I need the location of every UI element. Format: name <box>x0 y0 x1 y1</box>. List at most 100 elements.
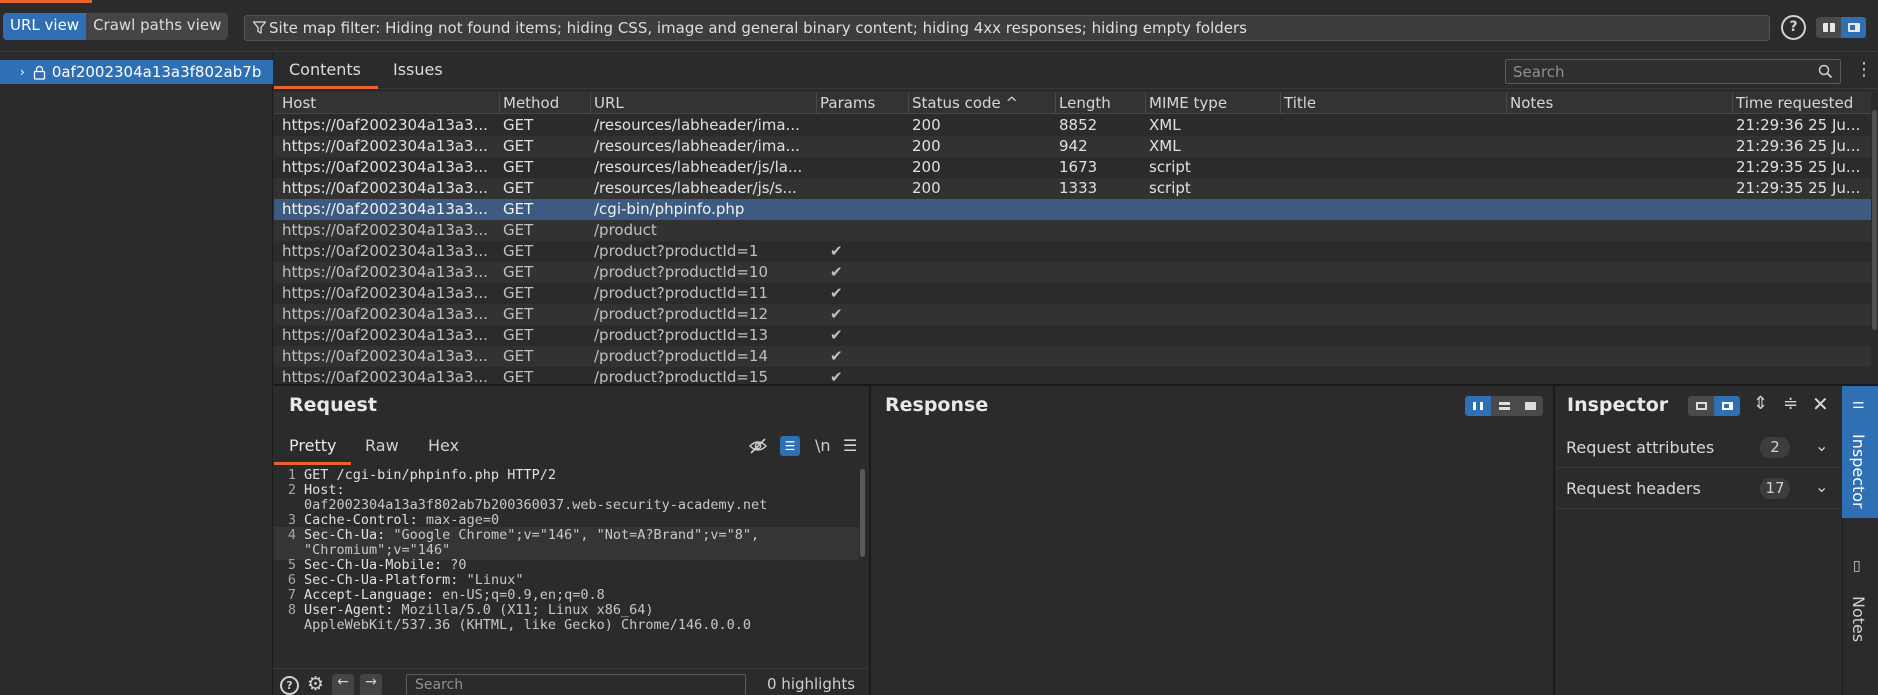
cell-length: 1673 <box>1059 158 1098 176</box>
column-header-url[interactable]: URL <box>594 94 624 112</box>
sidebar-tab-notes[interactable]: ▯ Notes <box>1842 552 1878 652</box>
wrap-lines-icon: ☰ <box>784 439 796 453</box>
contents-search-input[interactable]: Search <box>1505 59 1841 84</box>
tab-issues[interactable]: Issues <box>393 60 443 79</box>
cell-mime-type: script <box>1149 179 1191 197</box>
column-header-status-code[interactable]: Status code ^ <box>912 94 1018 112</box>
settings-gear-icon[interactable]: ⚙ <box>307 673 324 695</box>
line-number: 1 <box>287 467 296 483</box>
close-icon[interactable]: ✕ <box>1812 392 1829 416</box>
cell-url: /resources/labheader/ima... <box>594 116 800 134</box>
columns-icon <box>1473 402 1483 410</box>
header-value: AppleWebKit/537.36 (KHTML, like Gecko) C… <box>304 617 752 633</box>
cell-host: https://0af2002304a13a3... <box>282 116 488 134</box>
split-vertical-icon <box>1847 23 1860 32</box>
inspector-layout-b-button[interactable] <box>1714 396 1740 416</box>
cell-length: 1333 <box>1059 179 1098 197</box>
chevron-right-icon[interactable]: › <box>20 65 25 79</box>
filter-text: Site map filter: Hiding not found items;… <box>269 19 1247 37</box>
layout-vertical-button[interactable] <box>1841 17 1866 38</box>
inspector-title: Inspector <box>1567 394 1669 416</box>
panel-right-icon <box>1721 402 1733 410</box>
code-text: 0af2002304a13a3f802ab7b200360037.web-sec… <box>304 497 767 513</box>
inspector-row-request-headers[interactable]: Request headers 17 ⌄ <box>1555 469 1842 509</box>
url-view-button[interactable]: URL view <box>3 13 87 40</box>
column-header-host[interactable]: Host <box>282 94 316 112</box>
help-icon[interactable]: ? <box>280 676 299 695</box>
header-value: Mozilla/5.0 (X11; Linux x86_64) <box>393 602 654 618</box>
request-bottom-toolbar: ? ⚙ ← → Search 0 highlights <box>274 668 869 695</box>
header-name: Host: <box>304 482 345 498</box>
cell-host: https://0af2002304a13a3... <box>282 221 488 239</box>
header-name: Accept-Language: <box>304 587 435 603</box>
request-search-input[interactable]: Search <box>406 674 746 695</box>
search-icon <box>1818 64 1833 79</box>
more-options-icon[interactable]: ⋮ <box>1855 59 1873 83</box>
table-row[interactable]: https://0af2002304a13a3... GET/product?pr… <box>274 304 1871 325</box>
sidebar-tab-inspector[interactable]: ⚌ Inspector <box>1842 386 1878 518</box>
layout-side-by-side-button[interactable] <box>1465 396 1491 416</box>
table-row[interactable]: https://0af2002304a13a3... GET/product?pr… <box>274 241 1871 262</box>
column-header-method[interactable]: Method <box>503 94 559 112</box>
panel-icon <box>1695 402 1707 410</box>
table-row[interactable]: https://0af2002304a13a3... GET/cgi-bin/ph… <box>274 199 1871 220</box>
layout-toggle <box>1816 17 1866 38</box>
header-name: Sec-Ch-Ua: <box>304 527 386 543</box>
table-row[interactable]: https://0af2002304a13a3... GET/resources/… <box>274 157 1871 178</box>
inspector-layout-a-button[interactable] <box>1688 396 1714 416</box>
chevron-down-icon[interactable]: ⌄ <box>1815 436 1828 455</box>
tab-contents[interactable]: Contents <box>289 60 361 79</box>
table-row[interactable]: https://0af2002304a13a3... GET/resources/… <box>274 115 1871 136</box>
menu-icon[interactable]: ☰ <box>843 436 857 455</box>
table-row[interactable]: https://0af2002304a13a3... GET/product?pr… <box>274 325 1871 346</box>
cell-method: GET <box>503 242 534 260</box>
column-header-title[interactable]: Title <box>1284 94 1316 112</box>
table-row[interactable]: https://0af2002304a13a3... GET/product?pr… <box>274 262 1871 283</box>
sidebar-inspector-label: Inspector <box>1849 434 1868 509</box>
header-value: 0af2002304a13a3f802ab7b200360037.web-sec… <box>304 497 768 513</box>
column-header-params[interactable]: Params <box>820 94 875 112</box>
hide-non-printable-icon[interactable] <box>749 437 767 455</box>
count-badge: 2 <box>1760 437 1790 458</box>
line-number: 8 <box>287 602 296 618</box>
word-wrap-button[interactable]: ☰ <box>780 436 800 456</box>
table-scrollbar[interactable] <box>1871 92 1878 385</box>
column-header-time-requested[interactable]: Time requested <box>1736 94 1853 112</box>
tree-item-root[interactable]: › 0af2002304a13a3f802ab7b <box>0 60 273 84</box>
cell-host: https://0af2002304a13a3... <box>282 158 488 176</box>
table-row[interactable]: https://0af2002304a13a3... GET/product?pr… <box>274 346 1871 367</box>
tab-hex[interactable]: Hex <box>428 436 459 455</box>
search-placeholder: Search <box>1513 63 1565 81</box>
newline-toggle-icon[interactable]: \n <box>815 436 831 455</box>
layout-single-button[interactable] <box>1517 396 1543 416</box>
expand-all-icon[interactable]: ⇕ <box>1753 393 1768 414</box>
table-row[interactable]: https://0af2002304a13a3... GET/product?pr… <box>274 283 1871 304</box>
column-header-length[interactable]: Length <box>1059 94 1111 112</box>
editor-scrollbar[interactable] <box>860 469 865 557</box>
code-text: GET /cgi-bin/phpinfo.php HTTP/2 <box>304 467 556 483</box>
table-row[interactable]: https://0af2002304a13a3... GET/resources/… <box>274 178 1871 199</box>
table-row[interactable]: https://0af2002304a13a3... GET/product <box>274 220 1871 241</box>
layout-stacked-button[interactable] <box>1491 396 1517 416</box>
header-value: max-age=0 <box>417 512 500 528</box>
column-header-mime-type[interactable]: MIME type <box>1149 94 1227 112</box>
chevron-down-icon[interactable]: ⌄ <box>1815 477 1828 496</box>
layout-horizontal-button[interactable] <box>1816 17 1841 38</box>
forward-arrow-icon[interactable]: → <box>360 674 382 695</box>
inspector-row-request-attributes[interactable]: Request attributes 2 ⌄ <box>1555 428 1842 468</box>
cell-url: /product?productId=14 <box>594 347 769 365</box>
back-arrow-icon[interactable]: ← <box>332 674 354 695</box>
table-row[interactable]: https://0af2002304a13a3... GET/product?pr… <box>274 367 1871 385</box>
cell-url: /product?productId=15 <box>594 368 769 385</box>
crawl-paths-view-button[interactable]: Crawl paths view <box>86 13 228 40</box>
column-header-notes[interactable]: Notes <box>1510 94 1553 112</box>
tab-pretty[interactable]: Pretty <box>289 436 336 455</box>
table-row[interactable]: https://0af2002304a13a3... GET/resources/… <box>274 136 1871 157</box>
site-map-filter-bar[interactable]: Site map filter: Hiding not found items;… <box>244 15 1770 41</box>
cell-params: ✔ <box>830 305 843 323</box>
header-name: Sec-Ch-Ua-Mobile: <box>304 557 443 573</box>
tab-raw[interactable]: Raw <box>365 436 399 455</box>
collapse-all-icon[interactable]: ≑ <box>1783 393 1798 414</box>
request-editor[interactable]: 1 GET /cgi-bin/phpinfo.php HTTP/2 2 Host: 0a… <box>274 467 859 667</box>
help-icon[interactable]: ? <box>1781 15 1806 40</box>
